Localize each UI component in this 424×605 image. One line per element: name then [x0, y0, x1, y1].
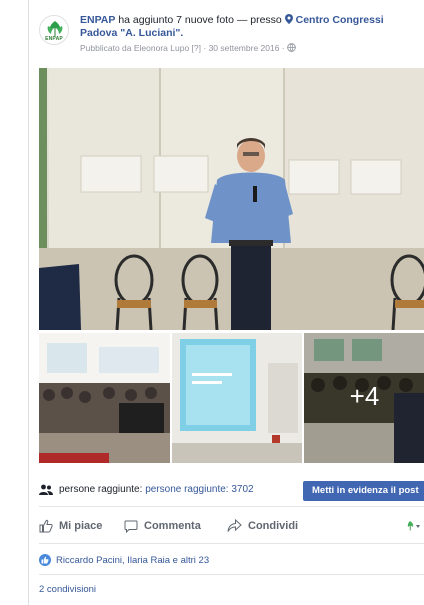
likes-summary-text: Riccardo Pacini, Ilaria Raia e altri 23: [56, 554, 210, 566]
speaker-photo: [39, 68, 424, 330]
comment-button[interactable]: Commenta: [124, 516, 201, 536]
post-meta: Pubblicato da Eleonora Lupo [?] · 30 set…: [80, 43, 296, 53]
map-pin-icon: [284, 14, 296, 26]
published-by[interactable]: Pubblicato da Eleonora Lupo: [80, 43, 189, 53]
comment-icon: [124, 520, 138, 533]
people-icon: [39, 484, 53, 495]
page-name-link[interactable]: ENPAP: [80, 14, 115, 26]
thumbs-up-icon: [39, 519, 53, 533]
divider: [39, 543, 424, 544]
shares-count-link[interactable]: 2 condivisioni: [39, 584, 96, 595]
reach-text: persone raggiunte: persone raggiunte: 37…: [59, 484, 254, 495]
divider: [39, 506, 424, 507]
boost-post-button[interactable]: Metti in evidenza il post: [303, 481, 424, 501]
main-photo[interactable]: [39, 68, 424, 330]
share-button[interactable]: Condividi: [227, 516, 298, 536]
page-avatar[interactable]: ENPAP: [39, 15, 69, 45]
like-label: Mi piace: [59, 520, 103, 532]
post-actions: Mi piace Commenta Condividi: [29, 513, 424, 539]
reach-row: persone raggiunte: persone raggiunte: 37…: [29, 480, 424, 502]
post-date[interactable]: · 30 settembre 2016 ·: [203, 43, 284, 53]
post-headline: ENPAP ha aggiunto 7 nuove foto — presso …: [80, 14, 420, 40]
globe-icon[interactable]: [287, 43, 296, 53]
thumbnail-photo[interactable]: [39, 333, 170, 463]
like-reaction-icon: [39, 554, 51, 566]
like-button[interactable]: Mi piace: [39, 516, 102, 536]
divider: [39, 574, 424, 575]
more-photos-count[interactable]: +4: [304, 381, 424, 412]
post-header: ENPAP ENPAP ha aggiunto 7 nuove foto — p…: [29, 10, 424, 66]
avatar-logo-text: ENPAP: [45, 36, 63, 42]
comment-label: Commenta: [144, 520, 201, 532]
thumbnail-photo[interactable]: [172, 333, 302, 463]
share-arrow-icon: [227, 519, 242, 532]
action-text: ha aggiunto 7 nuove foto — presso: [118, 14, 282, 26]
audience-photo: [39, 333, 170, 463]
help-link[interactable]: [?]: [192, 43, 201, 53]
photo-thumbnails: +4: [39, 333, 424, 463]
share-label: Condividi: [248, 520, 299, 532]
likes-summary[interactable]: Riccardo Pacini, Ilaria Raia e altri 23: [39, 553, 209, 567]
more-photos-thumbnail[interactable]: +4: [304, 333, 424, 463]
reach-count-link[interactable]: persone raggiunte: 3702: [145, 484, 253, 495]
projection-photo: [172, 333, 302, 463]
page-selector-button[interactable]: [405, 516, 424, 536]
post-card: ENPAP ENPAP ha aggiunto 7 nuove foto — p…: [28, 0, 424, 605]
page-avatar-dropdown-icon: [407, 521, 420, 531]
reach-label: persone raggiunte:: [59, 484, 143, 495]
